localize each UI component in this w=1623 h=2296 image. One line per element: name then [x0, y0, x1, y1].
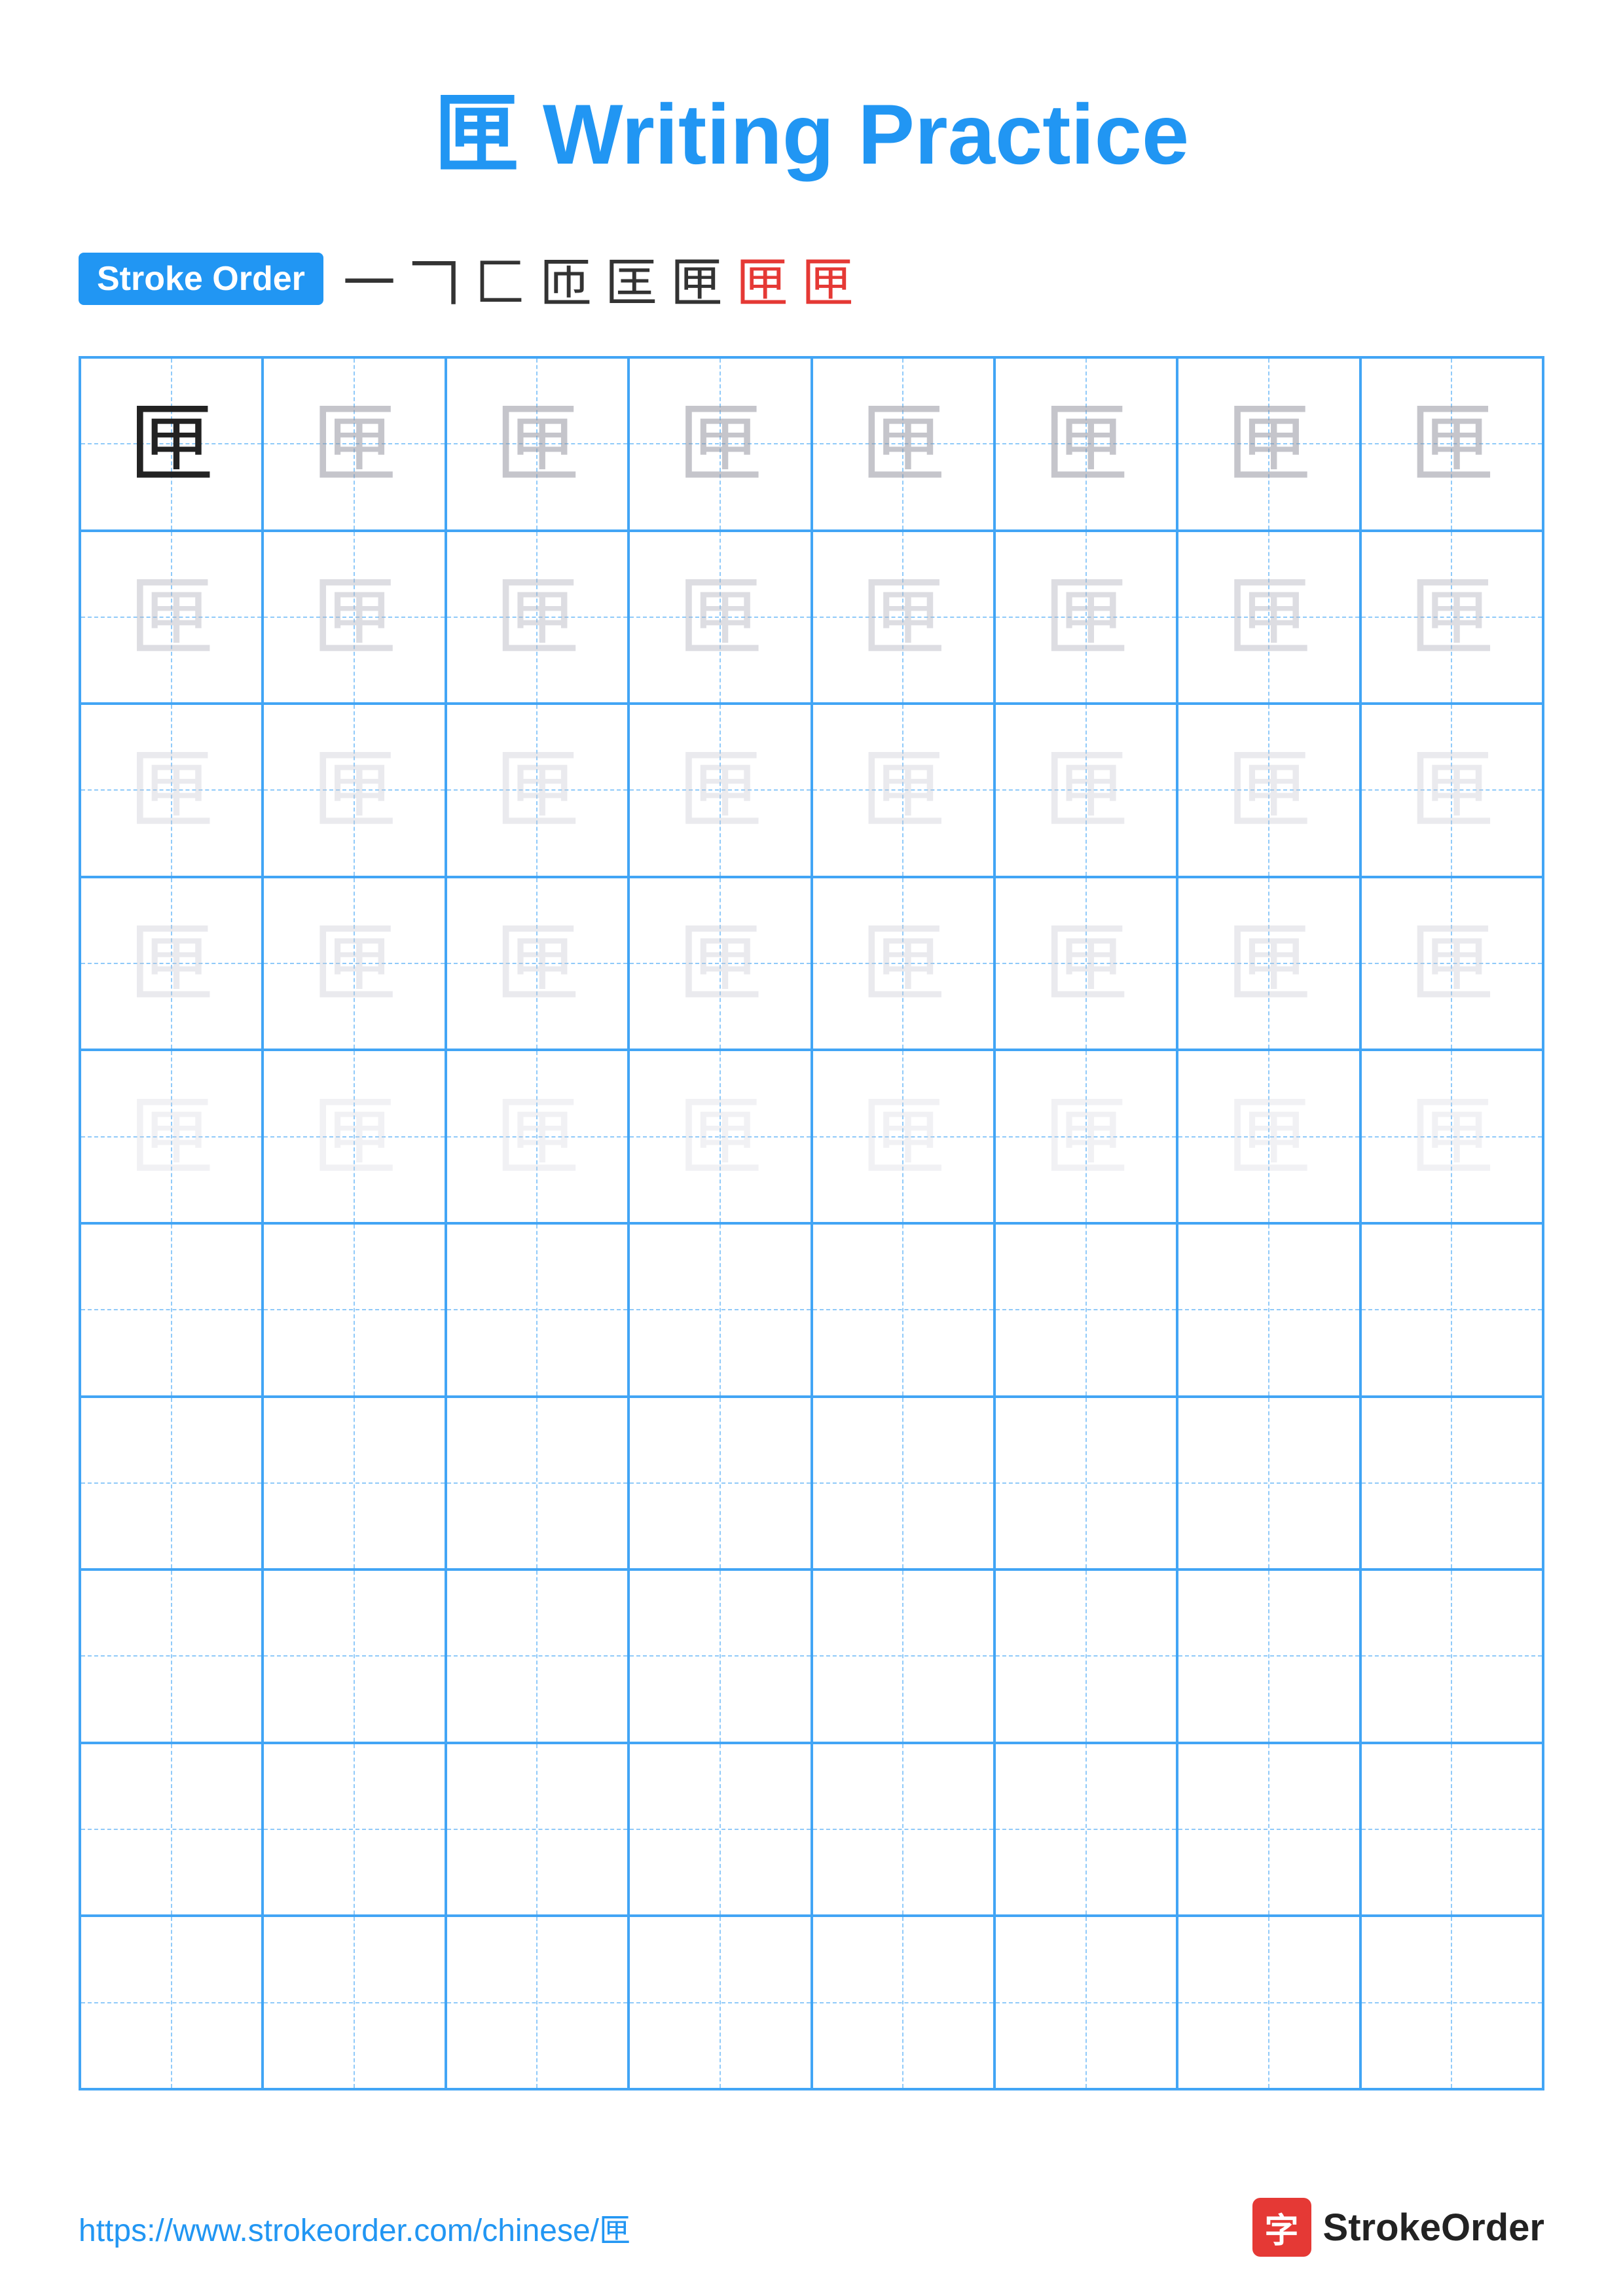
grid-cell[interactable]: 匣 — [629, 877, 811, 1050]
grid-cell[interactable] — [263, 1916, 445, 2089]
grid-cell[interactable]: 匣 — [80, 704, 263, 877]
grid-cell[interactable]: 匣 — [994, 357, 1177, 531]
grid-cell[interactable] — [629, 1397, 811, 1570]
grid-cell[interactable]: 匣 — [812, 531, 994, 704]
grid-cell[interactable] — [629, 1743, 811, 1916]
stroke-order-row: Stroke Order 一 𠃍 匚 匝 匡 匣 匣 匣 — [79, 241, 1544, 317]
grid-cell[interactable] — [812, 1743, 994, 1916]
grid-cell[interactable] — [994, 1570, 1177, 1743]
stroke-order-chars: 一 𠃍 匚 匝 匡 匣 匣 匣 — [343, 241, 854, 317]
grid-cell[interactable]: 匣 — [1360, 357, 1543, 531]
grid-cell[interactable] — [812, 1397, 994, 1570]
grid-cell[interactable]: 匣 — [629, 704, 811, 877]
grid-cell[interactable] — [263, 1397, 445, 1570]
footer: https://www.strokeorder.com/chinese/匣 字 … — [79, 2198, 1544, 2257]
grid-cell[interactable]: 匣 — [263, 357, 445, 531]
grid-cell[interactable]: 匣 — [1177, 531, 1360, 704]
grid-cell[interactable]: 匣 — [629, 531, 811, 704]
footer-logo-icon: 字 — [1252, 2198, 1311, 2257]
grid-cell[interactable]: 匣 — [263, 704, 445, 877]
grid-cell[interactable] — [629, 1223, 811, 1397]
grid-cell[interactable] — [994, 1743, 1177, 1916]
grid-cell[interactable]: 匣 — [80, 1050, 263, 1223]
grid-cell[interactable]: 匣 — [812, 877, 994, 1050]
grid-cell[interactable] — [812, 1570, 994, 1743]
footer-logo-text: StrokeOrder — [1323, 2206, 1544, 2250]
grid-cell[interactable] — [446, 1916, 629, 2089]
grid-cell[interactable] — [1177, 1916, 1360, 2089]
grid-cell[interactable] — [1177, 1397, 1360, 1570]
grid-cell[interactable] — [1360, 1570, 1543, 1743]
grid-cell[interactable]: 匣 — [1360, 1050, 1543, 1223]
grid-cell[interactable] — [263, 1743, 445, 1916]
grid-cell[interactable] — [629, 1570, 811, 1743]
grid-cell[interactable]: 匣 — [994, 531, 1177, 704]
grid-cell[interactable] — [446, 1397, 629, 1570]
grid-cell[interactable]: 匣 — [1177, 357, 1360, 531]
page-title: 匣 Writing Practice — [79, 65, 1544, 188]
page: 匣 Writing Practice Stroke Order 一 𠃍 匚 匝 … — [0, 0, 1623, 2296]
grid-cell[interactable] — [994, 1397, 1177, 1570]
grid-cell[interactable] — [263, 1570, 445, 1743]
grid-cell[interactable] — [1360, 1223, 1543, 1397]
grid-cell[interactable]: 匣 — [446, 704, 629, 877]
grid-cell[interactable]: 匣 — [629, 357, 811, 531]
footer-logo: 字 StrokeOrder — [1252, 2198, 1544, 2257]
stroke-order-badge: Stroke Order — [79, 253, 323, 305]
grid-cell[interactable] — [1177, 1570, 1360, 1743]
grid-cell[interactable] — [1360, 1743, 1543, 1916]
grid-cell[interactable] — [1360, 1397, 1543, 1570]
grid-cell[interactable] — [446, 1223, 629, 1397]
grid-cell[interactable]: 匣 — [446, 1050, 629, 1223]
grid-cell[interactable]: 匣 — [80, 877, 263, 1050]
grid-cell[interactable]: 匣 — [1177, 877, 1360, 1050]
grid-cell[interactable]: 匣 — [812, 1050, 994, 1223]
grid-cell[interactable]: 匣 — [812, 704, 994, 877]
grid-cell[interactable]: 匣 — [80, 357, 263, 531]
practice-grid: 匣 匣 匣 匣 匣 匣 匣 匣 匣 匣 匣 — [79, 356, 1544, 2090]
grid-cell[interactable]: 匣 — [1360, 877, 1543, 1050]
grid-cell[interactable] — [80, 1916, 263, 2089]
grid-cell[interactable] — [1177, 1743, 1360, 1916]
grid-cell[interactable] — [446, 1570, 629, 1743]
grid-cell[interactable]: 匣 — [994, 704, 1177, 877]
grid-cell[interactable]: 匣 — [1360, 531, 1543, 704]
grid-cell[interactable]: 匣 — [629, 1050, 811, 1223]
grid-cell[interactable] — [80, 1223, 263, 1397]
grid-cell[interactable]: 匣 — [263, 531, 445, 704]
grid-cell[interactable] — [80, 1743, 263, 1916]
grid-cell[interactable] — [812, 1916, 994, 2089]
grid-cell[interactable] — [629, 1916, 811, 2089]
grid-cell[interactable]: 匣 — [446, 531, 629, 704]
grid-cell[interactable]: 匣 — [994, 1050, 1177, 1223]
grid-cell[interactable]: 匣 — [446, 357, 629, 531]
grid-cell[interactable]: 匣 — [812, 357, 994, 531]
grid-cell[interactable] — [1360, 1916, 1543, 2089]
grid-cell[interactable] — [80, 1397, 263, 1570]
grid-cell[interactable] — [263, 1223, 445, 1397]
grid-cell[interactable]: 匣 — [263, 877, 445, 1050]
grid-cell[interactable] — [812, 1223, 994, 1397]
grid-cell[interactable] — [994, 1223, 1177, 1397]
grid-cell[interactable] — [80, 1570, 263, 1743]
footer-url: https://www.strokeorder.com/chinese/匣 — [79, 2204, 630, 2250]
grid-cell[interactable]: 匣 — [994, 877, 1177, 1050]
grid-cell[interactable] — [994, 1916, 1177, 2089]
grid-cell[interactable] — [446, 1743, 629, 1916]
grid-cell[interactable]: 匣 — [1360, 704, 1543, 877]
grid-cell[interactable]: 匣 — [446, 877, 629, 1050]
grid-cell[interactable]: 匣 — [263, 1050, 445, 1223]
grid-cell[interactable]: 匣 — [1177, 1050, 1360, 1223]
grid-cell[interactable]: 匣 — [80, 531, 263, 704]
grid-cell[interactable] — [1177, 1223, 1360, 1397]
grid-cell[interactable]: 匣 — [1177, 704, 1360, 877]
